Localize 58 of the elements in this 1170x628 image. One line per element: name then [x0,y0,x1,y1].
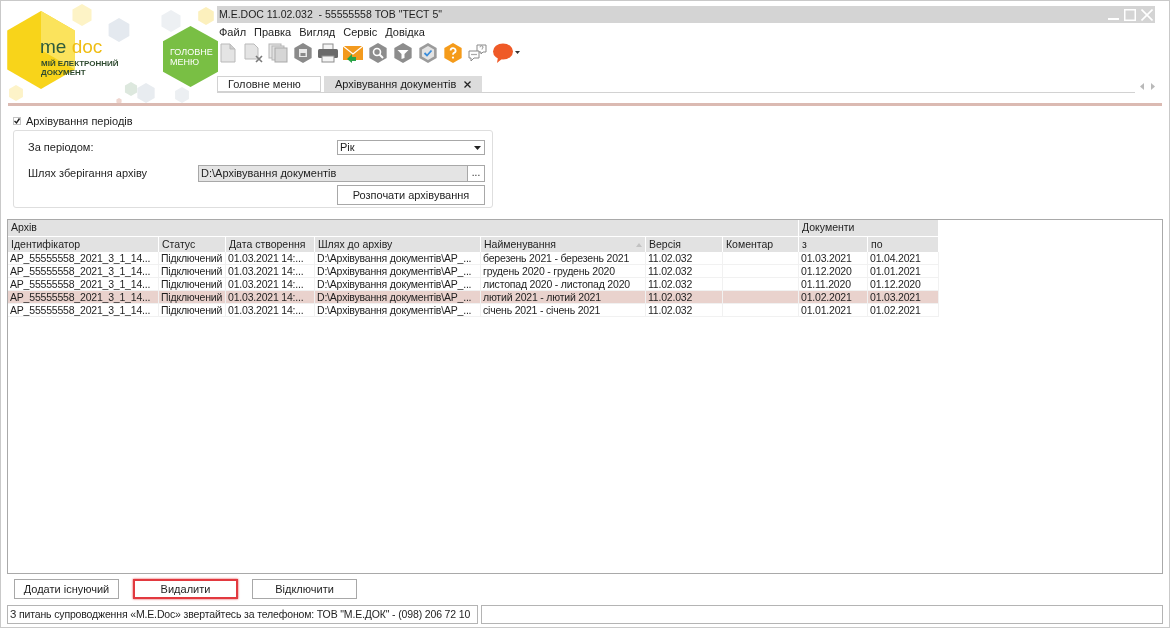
document-delete-icon[interactable] [243,42,263,63]
action-button[interactable]: Додати існуючий [14,579,119,599]
help-icon[interactable] [443,42,463,63]
tab[interactable]: Архівування документів [324,76,483,92]
table-row[interactable]: AP_55555558_2021_3_1_14... Підключений 01.03.2021 14:... D:\Архівування документів\AP_... січень 2021 - січень 2021 11.02.032 01.01.2021 01.02.2021 [8,304,939,317]
action-button[interactable]: Відключити [252,579,357,599]
table-cell: 01.02.2021 [868,304,939,317]
table-cell: Підключений [159,304,226,317]
status-message: З питань супроводження «M.E.Doc» звертайтесь за телефоном: ТОВ "М.Е.ДОК" - (098) 206 72 10 [7,605,478,624]
table-cell: січень 2021 - січень 2021 [481,304,646,317]
column-header[interactable]: з [799,237,868,252]
column-group-header: Архів [8,220,799,236]
tab[interactable]: Головне меню [217,76,321,92]
checkbox[interactable] [13,117,21,125]
period-label: За періодом: [28,141,94,154]
documents-icon[interactable] [268,42,288,63]
column-header[interactable]: Шлях до архіву [315,237,481,252]
scroll-right-icon[interactable] [1151,83,1155,90]
path-label: Шлях зберігання архіву [28,167,147,180]
table-cell: 01.01.2021 [799,304,868,317]
menu-item[interactable]: Правка [254,25,292,39]
menu-item[interactable]: Файл [219,25,247,39]
table-cell: D:\Архівування документів\AP_... [315,304,481,317]
column-header[interactable]: Статус [159,237,226,252]
column-group-header: Документи [799,220,939,236]
column-header[interactable]: по [868,237,939,252]
start-archiving-button[interactable]: Розпочати архівування [337,185,485,205]
hexagon-check-icon[interactable] [418,42,438,63]
dropdown-arrow-icon[interactable] [474,145,481,150]
menu-item[interactable]: Довідка [385,25,425,39]
tab-close-icon[interactable] [464,80,472,88]
browse-button[interactable]: ... [468,165,485,182]
table-row[interactable]: AP_55555558_2021_3_1_14... Підключений 01.03.2021 14:... D:\Архівування документів\AP_... листопад 2020 - листопад 2020 11.02.032 01.11.2020 01.12.2020 [8,278,939,291]
chat-question-icon[interactable] [468,42,488,63]
document-icon[interactable] [218,42,238,63]
table-cell: AP_55555558_2021_3_1_14... [8,304,159,317]
column-header[interactable]: Дата створення [226,237,315,252]
checkbox-label: Архівування періодів [26,114,133,128]
table-cell: 11.02.032 [646,304,723,317]
table-cell: 01.03.2021 14:... [226,304,315,317]
menu-item[interactable]: Вигляд [299,25,336,39]
printer-icon[interactable] [318,42,338,63]
table-row[interactable]: AP_55555558_2021_3_1_14... Підключений 01.03.2021 14:... D:\Архівування документів\AP_... березень 2021 - березень 2021 11.02.032 01.03.2021 01.04.2021 [8,252,939,265]
column-header[interactable]: Ідентифікатор [8,237,159,252]
scroll-left-icon[interactable] [1140,83,1144,90]
archive-path-field[interactable]: D:\Архівування документів [198,165,468,182]
period-dropdown[interactable]: Рік [337,140,485,155]
table-row[interactable]: AP_55555558_2021_3_1_14... Підключений 01.03.2021 14:... D:\Архівування документів\AP_... грудень 2020 - грудень 2020 11.02.032 01.12.2020 01.01.2021 [8,265,939,278]
hexagon-magnifier-icon[interactable] [368,42,388,63]
window-title: M.E.DOC 11.02.032 - 55555558 ТОВ "ТЕСТ 5" [219,8,442,21]
column-header[interactable]: Найменування [481,237,646,252]
caret-icon[interactable] [515,51,520,54]
table-row[interactable]: AP_55555558_2021_3_1_14... Підключений 01.03.2021 14:... D:\Архівування документів\AP_... лютий 2021 - лютий 2021 11.02.032 01.02.2021 01.03.2021 [8,291,939,304]
column-header[interactable]: Версія [646,237,723,252]
menu-item[interactable]: Сервіс [343,25,378,39]
column-header[interactable]: Коментар [723,237,799,252]
hexagon-funnel-icon[interactable] [393,42,413,63]
action-button[interactable]: Видалити [133,579,238,599]
